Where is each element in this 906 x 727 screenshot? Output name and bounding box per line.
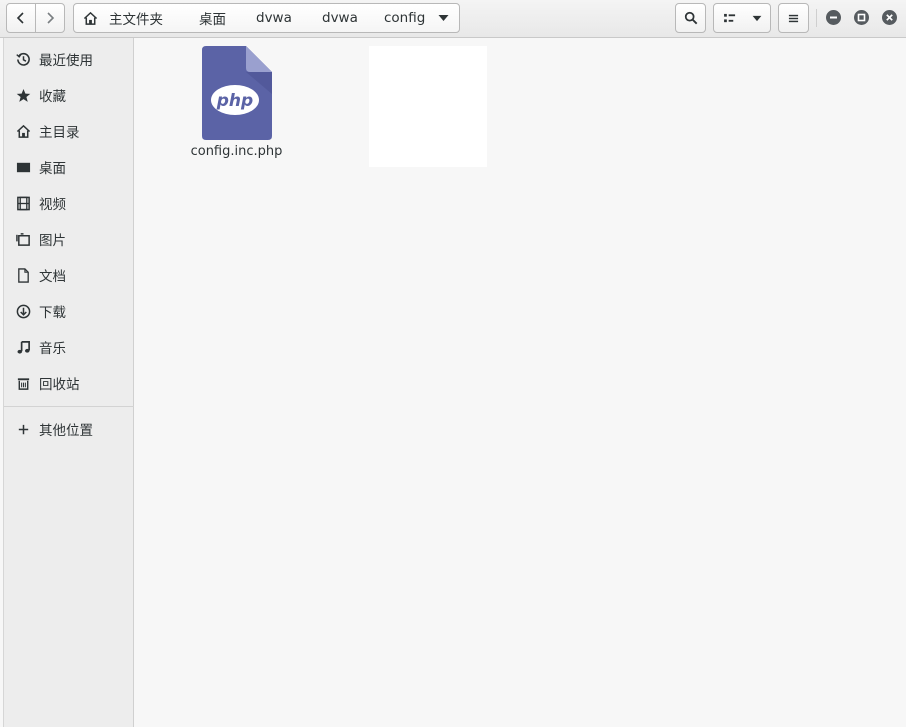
minimize-button[interactable] [826,10,841,25]
document-icon [15,267,31,283]
sidebar-separator [4,406,134,407]
sidebar-item-label: 其他位置 [39,423,93,439]
path-bar: 主文件夹 桌面 dvwa dvwa config [73,3,460,33]
chevron-right-icon [47,12,55,24]
sidebar-item-label: 收藏 [39,89,66,105]
sidebar-item-trash[interactable]: 回收站 [4,366,134,400]
crumb-label: 桌面 [199,12,226,28]
sidebar-item-recent[interactable]: 最近使用 [4,42,134,76]
view-options-button[interactable] [713,3,771,33]
home-icon [15,123,31,139]
crumb-menu-button[interactable] [429,4,457,32]
sidebar-item-other-locations[interactable]: 其他位置 [4,412,134,446]
crumb-label: dvwa [322,10,358,26]
close-button[interactable] [882,10,897,25]
crumb-dvwa[interactable]: dvwa [244,4,305,32]
sidebar-item-label: 视频 [39,197,66,213]
triangle-down-icon [752,15,762,21]
sidebar-item-desktop[interactable]: 桌面 [4,150,134,184]
header-bar: 主文件夹 桌面 dvwa dvwa config [0,0,906,38]
sidebar-item-label: 下载 [39,305,66,321]
sidebar-item-starred[interactable]: 收藏 [4,78,134,112]
chevron-left-icon [16,12,24,24]
music-icon [15,339,31,355]
maximize-button[interactable] [854,10,869,25]
maximize-icon [857,13,866,22]
list-view-icon [724,13,736,22]
download-icon [15,303,31,319]
sidebar-item-label: 文档 [39,269,66,285]
file-manager-window: 主文件夹 桌面 dvwa dvwa config 最近使用 收藏 主目录 桌面 … [0,0,906,727]
triangle-down-icon [438,15,448,21]
home-icon [83,11,98,25]
file-view: php config.inc.php [135,38,906,727]
minimize-icon [830,16,837,19]
crumb-home[interactable]: 主文件夹 [74,4,179,32]
php-badge: php [215,91,252,111]
crumb-label: config [384,10,426,26]
menu-button[interactable] [778,3,809,33]
forward-button[interactable] [35,3,65,33]
sidebar-item-label: 回收站 [39,377,80,393]
sidebar-item-pictures[interactable]: 图片 [4,222,134,256]
blank-thumbnail [369,46,487,167]
picture-icon [15,231,31,247]
back-button[interactable] [6,3,36,33]
crumb-dvwa-2[interactable]: dvwa [305,4,369,32]
file-name: config.inc.php [190,144,283,159]
sidebar-item-label: 图片 [39,233,66,249]
search-button[interactable] [675,3,706,33]
sidebar-item-label: 音乐 [39,341,66,357]
search-icon [684,11,697,25]
plus-icon [15,421,31,437]
file-item[interactable]: php config.inc.php [185,46,288,159]
sidebar-item-label: 最近使用 [39,53,93,69]
crumb-label: 主文件夹 [109,12,163,28]
video-icon [15,195,31,211]
crumb-desktop[interactable]: 桌面 [179,4,244,32]
sidebar-item-home[interactable]: 主目录 [4,114,134,148]
sidebar-item-label: 主目录 [39,125,80,141]
crumb-label: dvwa [256,10,292,26]
sidebar-item-downloads[interactable]: 下载 [4,294,134,328]
header-separator [816,9,817,27]
sidebar: 最近使用 收藏 主目录 桌面 视频 图片 文档 下载 音乐 回收站 其他位置 [3,38,134,727]
hamburger-icon [788,14,799,22]
trash-icon [15,375,31,391]
sidebar-item-documents[interactable]: 文档 [4,258,134,292]
sidebar-item-music[interactable]: 音乐 [4,330,134,364]
close-icon [886,14,893,21]
sidebar-item-videos[interactable]: 视频 [4,186,134,220]
crumb-config[interactable]: config [369,4,429,32]
sidebar-item-label: 桌面 [39,161,66,177]
desktop-icon [15,159,31,175]
recent-icon [15,51,31,67]
php-file-icon: php [201,46,272,140]
star-icon [15,87,31,103]
